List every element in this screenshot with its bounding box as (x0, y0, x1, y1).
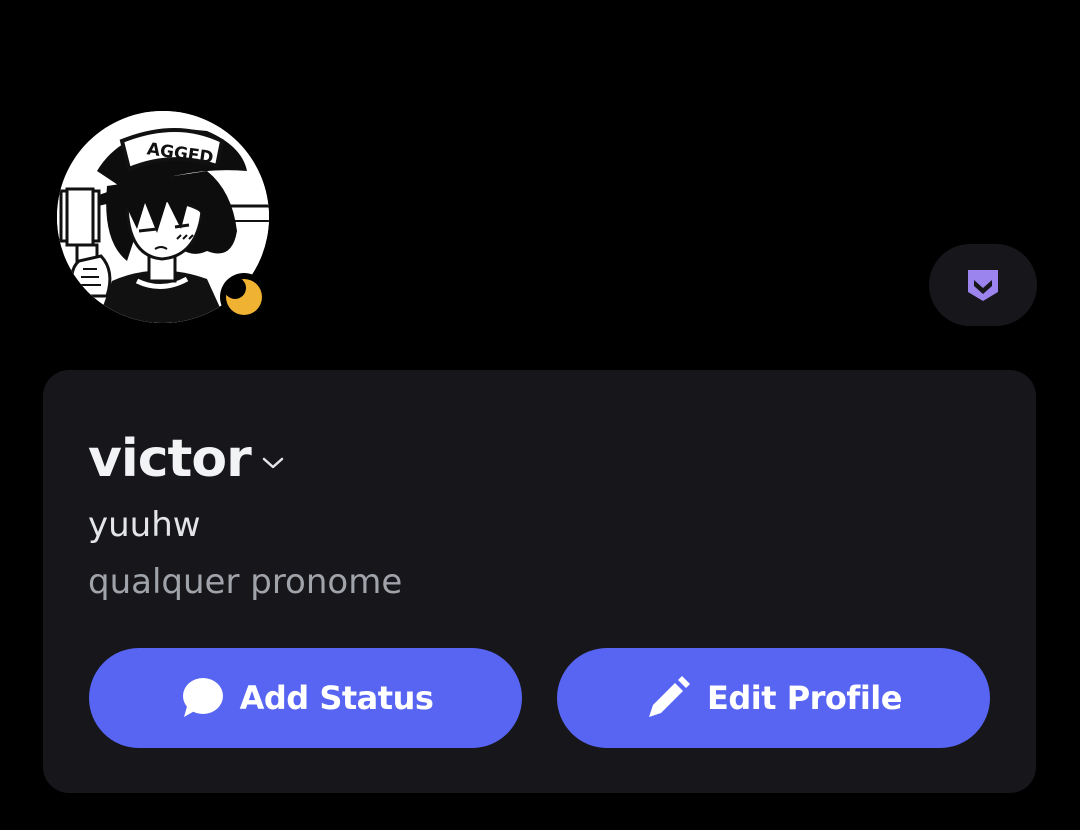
add-status-button[interactable]: Add Status (89, 648, 522, 748)
speech-bubble-icon (178, 677, 224, 719)
display-name-dropdown[interactable]: victor (88, 428, 285, 490)
username: yuuhw (88, 505, 201, 545)
edit-profile-label: Edit Profile (707, 679, 902, 717)
moon-idle-icon (226, 279, 262, 315)
profile-card: victor yuuhw qualquer pronome Add Status (43, 370, 1036, 793)
avatar-container[interactable]: AGGED (57, 111, 269, 323)
edit-profile-button[interactable]: Edit Profile (557, 648, 990, 748)
nitro-badge-button[interactable] (929, 244, 1037, 326)
add-status-label: Add Status (239, 679, 434, 717)
profile-screen: AGGED victor yuuhw qualquer pronome Add … (0, 0, 1080, 830)
chevron-down-icon (262, 457, 284, 469)
pronouns: qualquer pronome (88, 562, 403, 602)
nitro-chevron-icon (968, 270, 998, 301)
pencil-icon (645, 675, 691, 721)
display-name: victor (88, 429, 252, 489)
status-indicator (220, 273, 268, 321)
